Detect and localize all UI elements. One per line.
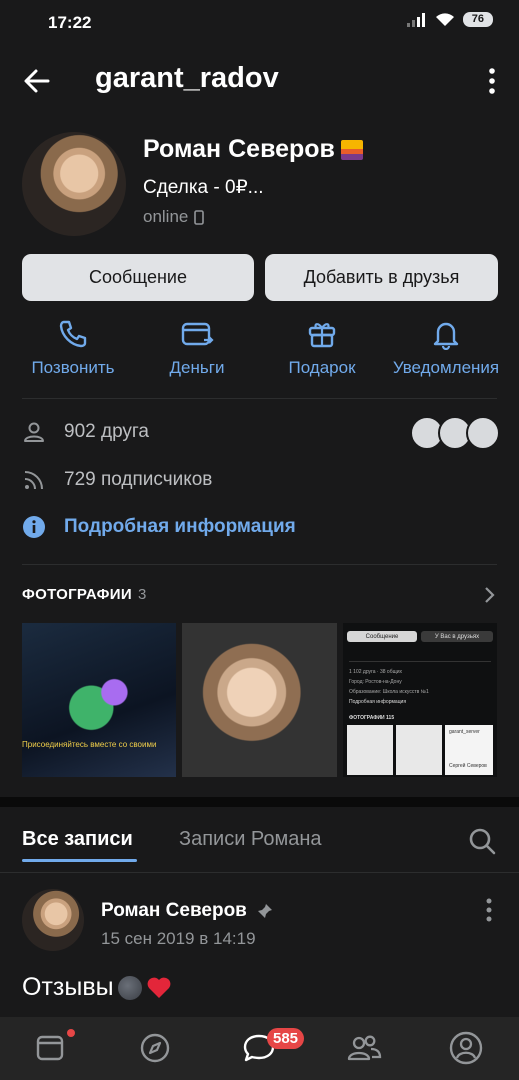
gift-label: Подарок (288, 358, 356, 377)
wifi-icon (435, 13, 454, 26)
followers-row[interactable]: 729 подписчиков (22, 468, 212, 492)
compass-icon (140, 1033, 170, 1063)
status-icons: 76 (406, 12, 493, 27)
back-arrow-icon[interactable] (22, 66, 52, 96)
friends-count: 902 друга (64, 421, 149, 442)
top-bar: garant_radov (0, 46, 519, 116)
money-action[interactable]: Деньги (137, 318, 257, 378)
notifications-action[interactable]: Уведомления (386, 318, 506, 378)
person-icon (24, 422, 44, 442)
active-tab-indicator (22, 859, 137, 862)
post-date: 15 сен 2019 в 14:19 (101, 929, 256, 948)
sunset-emoji-icon (340, 139, 363, 160)
photos-title: ФОТОГРАФИИ (22, 586, 132, 603)
mini-photo: garant_server Сергей Северов (445, 725, 493, 775)
pin-icon (257, 904, 272, 918)
tab-all-posts[interactable]: Все записи (22, 828, 133, 851)
heart-emoji-icon (147, 977, 170, 998)
status-bar: 17:22 76 (0, 0, 519, 46)
dark-moon-emoji-icon (117, 975, 142, 1000)
notifications-label: Уведомления (392, 358, 500, 377)
mobile-icon (194, 209, 205, 225)
mini-action-row (349, 647, 491, 662)
followers-count: 729 подписчиков (64, 469, 213, 490)
divider (22, 564, 497, 565)
post-author-row[interactable]: Роман Северов (101, 900, 273, 922)
mini-text: Город: Ростов-на-Дону (349, 679, 402, 685)
page-title: garant_radov (95, 62, 279, 94)
mini-message-button: Сообщение (347, 631, 417, 642)
mini-photo (347, 725, 393, 775)
mini-text: Образование: Школа искусств №1 (349, 689, 429, 695)
nav-friends[interactable] (346, 1030, 382, 1066)
profile-name: Роман Северов (143, 135, 335, 163)
nav-news[interactable] (32, 1030, 68, 1066)
photo-thumbnail[interactable]: Сообщение У Вас в друзьях 1 102 друга · … (343, 623, 497, 777)
photo-thumbnail[interactable] (182, 623, 337, 777)
post-author-name: Роман Северов (101, 900, 247, 921)
profile-status[interactable]: Сделка - 0₽... (143, 176, 264, 199)
call-label: Позвонить (31, 358, 115, 377)
profile-icon (449, 1031, 483, 1065)
newsfeed-icon (36, 1035, 64, 1061)
post-more-icon[interactable] (485, 898, 493, 922)
signal-icon (406, 12, 425, 27)
message-button[interactable]: Сообщение (22, 254, 254, 301)
nav-discover[interactable] (137, 1030, 173, 1066)
add-friend-button[interactable]: Добавить в друзья (265, 254, 498, 301)
friend-avatar[interactable] (466, 416, 500, 450)
money-label: Деньги (169, 358, 225, 377)
profile-name-row: Роман Северов (143, 135, 363, 164)
rss-icon (24, 471, 43, 490)
more-options-icon[interactable] (487, 68, 497, 94)
mini-text: Сергей Северов (449, 763, 487, 769)
chevron-right-icon[interactable] (483, 586, 495, 604)
phone-icon (59, 320, 87, 348)
bottom-navigation: 585 (0, 1017, 519, 1080)
search-icon[interactable] (467, 826, 497, 856)
details-link[interactable]: Подробная информация (64, 516, 296, 538)
post-author-avatar[interactable] (22, 889, 84, 951)
details-row[interactable]: Подробная информация (22, 515, 296, 539)
mini-friend-button: У Вас в друзьях (421, 631, 493, 642)
photos-header[interactable]: ФОТОГРАФИИ 3 (22, 586, 147, 603)
bell-icon (433, 322, 459, 350)
post-text: Отзывы (22, 973, 114, 1001)
call-action[interactable]: Позвонить (13, 318, 133, 378)
photos-count: 3 (137, 586, 147, 603)
mini-text: garant_server (449, 729, 480, 735)
mini-text: 1 102 друга · 38 общих (349, 669, 402, 675)
clock: 17:22 (48, 13, 92, 32)
photo-caption: Присоединяйтесь вместе со своими (22, 740, 157, 749)
mini-text: Подробная информация (349, 699, 407, 705)
online-label: online (143, 207, 189, 226)
profile-avatar[interactable] (22, 132, 126, 236)
post-text-row: Отзывы (22, 973, 172, 1002)
divider (22, 398, 497, 399)
battery-indicator: 76 (462, 12, 493, 27)
online-status: online (143, 207, 205, 227)
gift-action[interactable]: Подарок (262, 318, 382, 378)
mini-photo (396, 725, 442, 775)
section-separator (0, 797, 519, 807)
friends-icon (347, 1035, 382, 1061)
divider (0, 872, 519, 873)
friends-row[interactable]: 902 друга (22, 420, 149, 444)
info-icon (23, 516, 45, 538)
mini-text: ФОТОГРАФИИ 115 (349, 715, 395, 721)
news-notification-dot (67, 1029, 75, 1037)
gift-icon (308, 323, 336, 348)
messages-badge: 585 (267, 1028, 305, 1049)
nav-profile[interactable] (448, 1030, 484, 1066)
photo-thumbnail[interactable]: Присоединяйтесь вместе со своими (22, 623, 176, 777)
money-card-icon (181, 322, 214, 346)
tab-owner-posts[interactable]: Записи Романа (179, 828, 322, 851)
